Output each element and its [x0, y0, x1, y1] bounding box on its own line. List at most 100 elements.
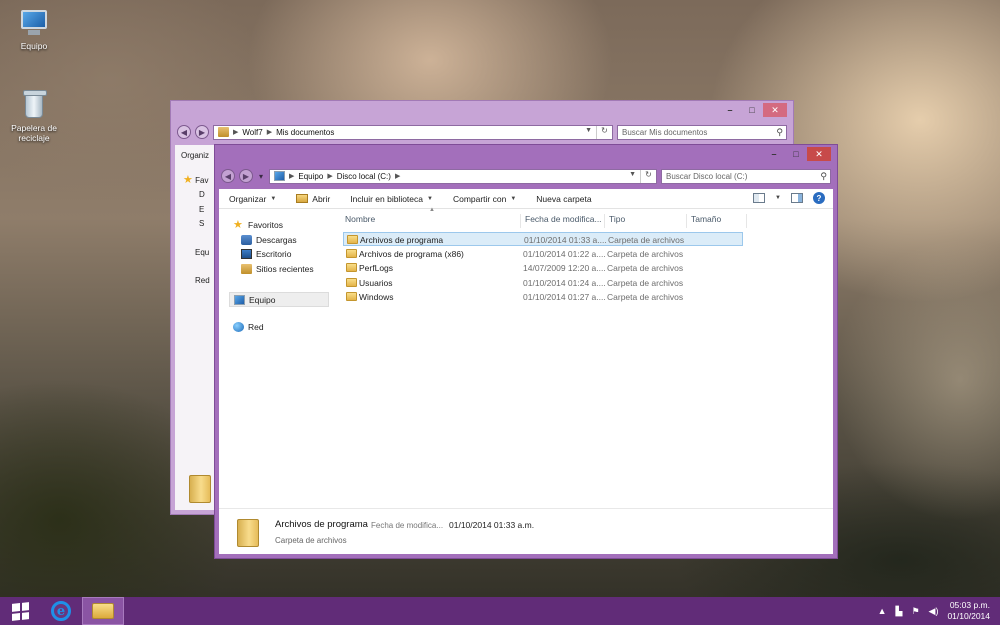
open-folder-icon: [296, 194, 309, 203]
minimize-button[interactable]: –: [763, 147, 785, 161]
desktop-icon-computer[interactable]: Equipo: [2, 8, 66, 51]
breadcrumb-segment[interactable]: Wolf7: [242, 128, 262, 137]
preview-pane-icon[interactable]: [791, 193, 803, 203]
close-button[interactable]: ✕: [807, 147, 831, 161]
file-name: PerfLogs: [359, 263, 394, 273]
downloads-icon: [241, 235, 252, 245]
breadcrumb-segment[interactable]: Disco local (C:): [337, 172, 391, 181]
taskbar-app-file-explorer[interactable]: [82, 597, 124, 625]
search-icon: ⚲: [820, 170, 827, 181]
file-date: 01/10/2014 01:27 a....: [523, 292, 606, 302]
file-row[interactable]: Usuarios 01/10/2014 01:24 a.... Carpeta de…: [343, 276, 743, 290]
folder-icon: [346, 292, 357, 301]
minimize-button[interactable]: –: [719, 103, 741, 117]
recent-locations-chevron-icon[interactable]: ▾: [257, 172, 265, 181]
search-icon: ⚲: [776, 126, 783, 137]
clock[interactable]: 05:03 p.m. 01/10/2014: [947, 600, 990, 622]
breadcrumb-segment[interactable]: Mis documentos: [276, 128, 334, 137]
chevron-down-icon[interactable]: ▼: [629, 171, 636, 178]
refresh-icon[interactable]: ↻: [596, 125, 612, 139]
desktop-icon-label: Equipo: [20, 41, 48, 51]
navigation-pane: ★ Favoritos Descargas Escritorio Sitios …: [219, 210, 339, 508]
window-content: Organizar ▼ Abrir Incluir en biblioteca ▼ …: [219, 189, 833, 554]
nav-item[interactable]: E: [199, 205, 204, 214]
column-header-date[interactable]: Fecha de modifica...: [521, 214, 605, 228]
column-header-type[interactable]: Tipo: [605, 214, 687, 228]
command-bar: Organizar ▼ Abrir Incluir en biblioteca ▼ …: [219, 189, 833, 209]
system-tray: ▲ ▙ ⚑ ◀) 05:03 p.m. 01/10/2014: [878, 597, 990, 625]
details-date-label: Fecha de modifica...: [371, 521, 444, 530]
action-center-icon[interactable]: ⚑: [911, 606, 919, 617]
organize-button[interactable]: Organizar ▼: [229, 194, 276, 204]
start-button[interactable]: [0, 597, 40, 625]
forward-arrow-icon[interactable]: ▶: [239, 169, 253, 183]
folder-icon: [189, 475, 211, 503]
file-date: 01/10/2014 01:24 a....: [523, 277, 606, 288]
taskbar-app-internet-explorer[interactable]: e: [40, 597, 82, 625]
nav-item-desktop[interactable]: Escritorio: [241, 249, 291, 259]
network-status-icon[interactable]: ▙: [896, 606, 903, 617]
folder-icon: [346, 248, 357, 258]
title-bar[interactable]: – □ ✕: [215, 145, 837, 167]
close-button[interactable]: ✕: [763, 103, 787, 117]
address-input[interactable]: ▶ Equipo ▶ Disco local (C:) ▶ ▼ ↻: [269, 168, 657, 184]
file-date: 01/10/2014 01:22 a....: [523, 248, 606, 259]
breadcrumb-segment[interactable]: Equipo: [298, 172, 323, 181]
column-header-size[interactable]: Tamaño: [687, 214, 747, 228]
nav-item-downloads[interactable]: Descargas: [241, 235, 297, 245]
details-pane: Archivos de programa Fecha de modifica..…: [219, 508, 833, 554]
nav-item-computer[interactable]: Equipo: [229, 292, 329, 307]
include-in-library-button[interactable]: Incluir en biblioteca ▼: [350, 194, 433, 204]
explorer-window-front[interactable]: – □ ✕ ◀ ▶ ▾ ▶ Equipo ▶ Disco local (C:) …: [214, 144, 838, 559]
file-row[interactable]: Archivos de programa (x86) 01/10/2014 01:…: [343, 247, 743, 261]
open-button[interactable]: Abrir: [296, 194, 330, 204]
nav-item-network[interactable]: Red: [233, 322, 264, 332]
title-bar[interactable]: – □ ✕: [171, 101, 793, 123]
nav-item[interactable]: Equ: [195, 248, 209, 257]
recycle-bin-icon: [18, 90, 50, 120]
file-row[interactable]: Archivos de programa 01/10/2014 01:33 a..…: [343, 232, 743, 246]
internet-explorer-icon: e: [51, 601, 71, 621]
file-type: Carpeta de archivos: [607, 263, 684, 273]
file-name: Usuarios: [359, 277, 393, 288]
nav-item-favorites[interactable]: ★ Favoritos: [233, 219, 283, 231]
search-input[interactable]: Buscar Mis documentos ⚲: [617, 124, 787, 140]
nav-item[interactable]: Red: [195, 276, 210, 285]
column-header-name[interactable]: Nombre: [341, 214, 521, 228]
details-date-value: 01/10/2014 01:33 a.m.: [449, 520, 535, 530]
maximize-button[interactable]: □: [785, 147, 807, 161]
nav-item[interactable]: S: [199, 219, 204, 228]
address-input[interactable]: ▶ Wolf7 ▶ Mis documentos ▼ ↻: [213, 124, 613, 140]
file-row[interactable]: Windows 01/10/2014 01:27 a.... Carpeta de …: [343, 290, 743, 304]
windows-logo-icon: [11, 601, 29, 621]
desktop-icon-recycle-bin[interactable]: Papelera de reciclaje: [1, 90, 67, 143]
chevron-down-icon[interactable]: ▼: [775, 195, 781, 201]
volume-icon[interactable]: ◀): [929, 606, 939, 617]
folder-icon: [346, 277, 357, 287]
show-hidden-icons-icon[interactable]: ▲: [878, 606, 887, 616]
share-with-button[interactable]: Compartir con ▼: [453, 194, 516, 204]
refresh-icon[interactable]: ↻: [640, 169, 656, 183]
new-folder-button[interactable]: Nueva carpeta: [536, 194, 591, 204]
network-icon: [233, 322, 244, 332]
nav-item-recent-places[interactable]: Sitios recientes: [241, 264, 314, 274]
search-input[interactable]: Buscar Disco local (C:) ⚲: [661, 168, 831, 184]
file-name: Archivos de programa: [360, 235, 444, 245]
chevron-down-icon: ▼: [427, 195, 433, 202]
toolbar-item[interactable]: Organiz: [181, 151, 209, 160]
back-arrow-icon[interactable]: ◀: [221, 169, 235, 183]
forward-arrow-icon[interactable]: ▶: [195, 125, 209, 139]
change-view-icon[interactable]: [753, 193, 766, 203]
file-row[interactable]: PerfLogs 14/07/2009 12:20 a.... Carpeta de…: [343, 261, 743, 275]
address-bar-row: ◀ ▶ ▾ ▶ Equipo ▶ Disco local (C:) ▶ ▼ ↻ …: [221, 167, 831, 185]
file-list: ▲ Nombre Fecha de modifica... Tipo Tamañ…: [341, 207, 833, 508]
nav-item[interactable]: ★ Fav: [183, 174, 208, 186]
chevron-down-icon[interactable]: ▼: [585, 127, 592, 134]
nav-item[interactable]: D: [199, 190, 205, 199]
maximize-button[interactable]: □: [741, 103, 763, 117]
help-icon[interactable]: ?: [813, 192, 825, 204]
details-item-name: Archivos de programa: [275, 519, 368, 530]
back-arrow-icon[interactable]: ◀: [177, 125, 191, 139]
star-icon: ★: [183, 174, 193, 186]
star-icon: ★: [233, 219, 243, 231]
